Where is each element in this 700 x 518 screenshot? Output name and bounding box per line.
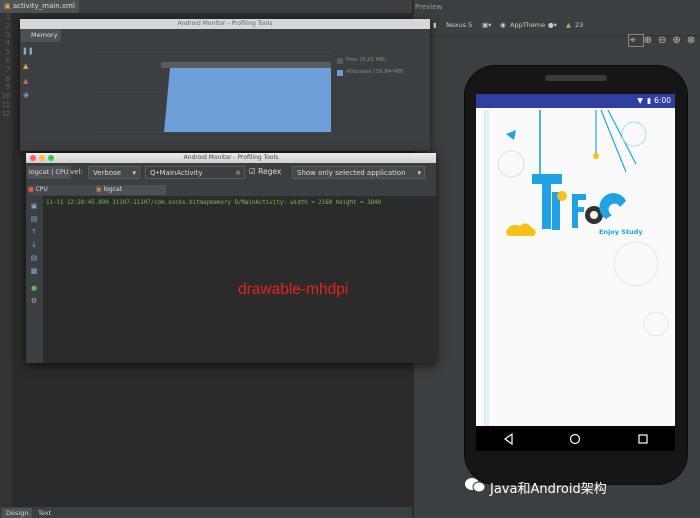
phone-screen: Enjoy Study (476, 94, 675, 426)
gc-icon[interactable]: ▲ (23, 62, 28, 70)
up-arrow-icon[interactable]: ↑ (30, 229, 38, 236)
maximize-window-icon[interactable] (48, 155, 54, 161)
log-search-value: Q•MainActivity (150, 169, 203, 177)
legend-allocated-swatch (337, 70, 343, 76)
tab-design[interactable]: Design (2, 508, 33, 518)
legend-allocated-label: Allocated (39.84 MB) (346, 69, 404, 75)
locale-icon[interactable]: ●▾ (548, 20, 557, 30)
subtab-logcat-label: logcat (103, 186, 123, 193)
zoom-in-icon[interactable]: ⊕ (644, 35, 658, 46)
line-number: 7 (5, 65, 10, 74)
app-filter-value: Show only selected application (297, 169, 406, 177)
settings-icon[interactable]: ⚙ (30, 298, 38, 305)
line-number: 3 (5, 30, 10, 39)
scroll-end-icon[interactable]: ▤ (30, 216, 38, 223)
back-icon[interactable] (503, 432, 513, 446)
status-bar: ▼ ▮ 6:00 (476, 94, 675, 108)
app-tagline: Enjoy Study (599, 228, 643, 236)
clear-search-icon[interactable]: ⊗ (235, 167, 241, 180)
battery-icon: ▮ (646, 96, 651, 105)
line-number: 12 (1, 109, 10, 118)
print-icon[interactable]: ▩ (30, 268, 38, 275)
free-area (161, 62, 331, 68)
zoom-actual-icon[interactable]: ⊕ (672, 35, 686, 46)
cpu-icon: ■ (28, 186, 34, 193)
xml-file-icon: ▣ (4, 2, 11, 10)
orientation-icon[interactable]: ▣▾ (482, 20, 491, 30)
restart-icon[interactable]: ● (30, 285, 38, 292)
down-arrow-icon[interactable]: ↓ (30, 242, 38, 249)
drawable-folder-label: drawable-mhdpi (238, 281, 349, 298)
line-number: 2 (5, 21, 10, 30)
device-icon[interactable]: ▮ (433, 20, 437, 30)
legend-free-label: Free (9.23 MB) (346, 57, 387, 63)
tab-text[interactable]: Text (34, 508, 55, 518)
line-number: 1 (5, 13, 10, 21)
line-number: 6 (5, 56, 10, 65)
tab-memory[interactable]: Memory (21, 29, 61, 42)
file-tab-activity-main[interactable]: ▣ activity_main.xml (0, 0, 79, 13)
log-search-input[interactable]: Q•MainActivity ⊗ (145, 166, 245, 179)
logcat-window-title: Android Monitor - Profiling Tools (26, 153, 436, 163)
line-number: 4 (5, 39, 10, 48)
api-level-selector[interactable]: 23 (575, 20, 583, 30)
line-number: 8 (5, 74, 10, 83)
subtab-cpu-label: CPU (35, 186, 48, 193)
tab-logcat-cpu[interactable]: logcat | CPU (27, 166, 71, 179)
device-selector[interactable]: Nexus 5 (446, 20, 472, 30)
close-window-icon[interactable] (30, 155, 36, 161)
preview-title: Preview (415, 3, 443, 11)
clear-logcat-icon[interactable]: ▣ (30, 203, 38, 210)
log-level-label: vel: (70, 168, 83, 176)
log-level-value: Verbose (93, 169, 122, 177)
file-tab-label: activity_main.xml (12, 2, 75, 10)
subtab-logcat[interactable]: ▣ logcat (96, 185, 166, 195)
log-line: 11-11 12:28:45.890 11107-11107/com.socks… (46, 200, 382, 206)
line-number: 10 (1, 92, 10, 101)
allocation-tracker-icon[interactable]: ◉ (23, 91, 29, 99)
app-filter-dropdown[interactable]: Show only selected application ▾ (292, 166, 425, 179)
wechat-icon (464, 476, 486, 494)
line-number: 11 (1, 100, 10, 109)
chevron-down-icon: ▾ (132, 169, 136, 177)
allocated-area (164, 68, 331, 132)
log-level-dropdown[interactable]: Verbose ▾ (88, 166, 140, 179)
chevron-down-icon: ▾ (417, 169, 421, 177)
home-icon[interactable] (569, 433, 581, 445)
dump-heap-icon[interactable]: ▲ (23, 77, 28, 85)
editor-bottom-tabs (0, 507, 412, 518)
status-time: 6:00 (654, 96, 671, 105)
tab-memory-label: Memory (31, 31, 58, 39)
legend-free-swatch (337, 58, 343, 64)
subtab-cpu[interactable]: ■ CPU (28, 185, 96, 195)
line-number-gutter: 1 2 3 4 5 6 7 8 9 10 11 12 (0, 13, 12, 518)
line-number: 5 (5, 48, 10, 57)
memory-chart: 0.00 MB8.00 MB16.00 MB24.00 MB32.00 MB40… (98, 51, 331, 133)
line-number: 9 (5, 83, 10, 92)
regex-checkbox[interactable]: ☑ Regex (249, 167, 281, 176)
wifi-icon: ▼ (637, 96, 643, 105)
navigation-bar (476, 426, 675, 451)
recents-icon[interactable] (638, 434, 648, 444)
theme-icon: ◉ (500, 21, 506, 29)
regex-label: Regex (258, 167, 282, 176)
zoom-controls: ⌖ ⊕⊖⊕⊗ (628, 34, 700, 49)
minimize-window-icon[interactable] (39, 155, 45, 161)
watermark-text: Java和Android架构 (490, 482, 607, 497)
soft-wrap-icon[interactable]: ▤ (30, 255, 38, 262)
memory-window-title: Android Monitor - Profiling Tools (20, 19, 430, 29)
pause-icon[interactable]: ❚❚ (22, 47, 34, 55)
app-logo-illustration (484, 109, 669, 426)
zoom-reset-icon[interactable]: ⊗ (687, 35, 700, 46)
theme-selector[interactable]: AppTheme (510, 20, 545, 30)
zoom-fit-icon[interactable]: ⌖ (628, 34, 644, 47)
checkmark-icon: ☑ (249, 167, 256, 176)
phone-speaker (545, 75, 607, 81)
android-icon: ▲ (566, 21, 571, 29)
zoom-out-icon[interactable]: ⊖ (658, 35, 672, 46)
logcat-icon: ▣ (96, 186, 102, 193)
